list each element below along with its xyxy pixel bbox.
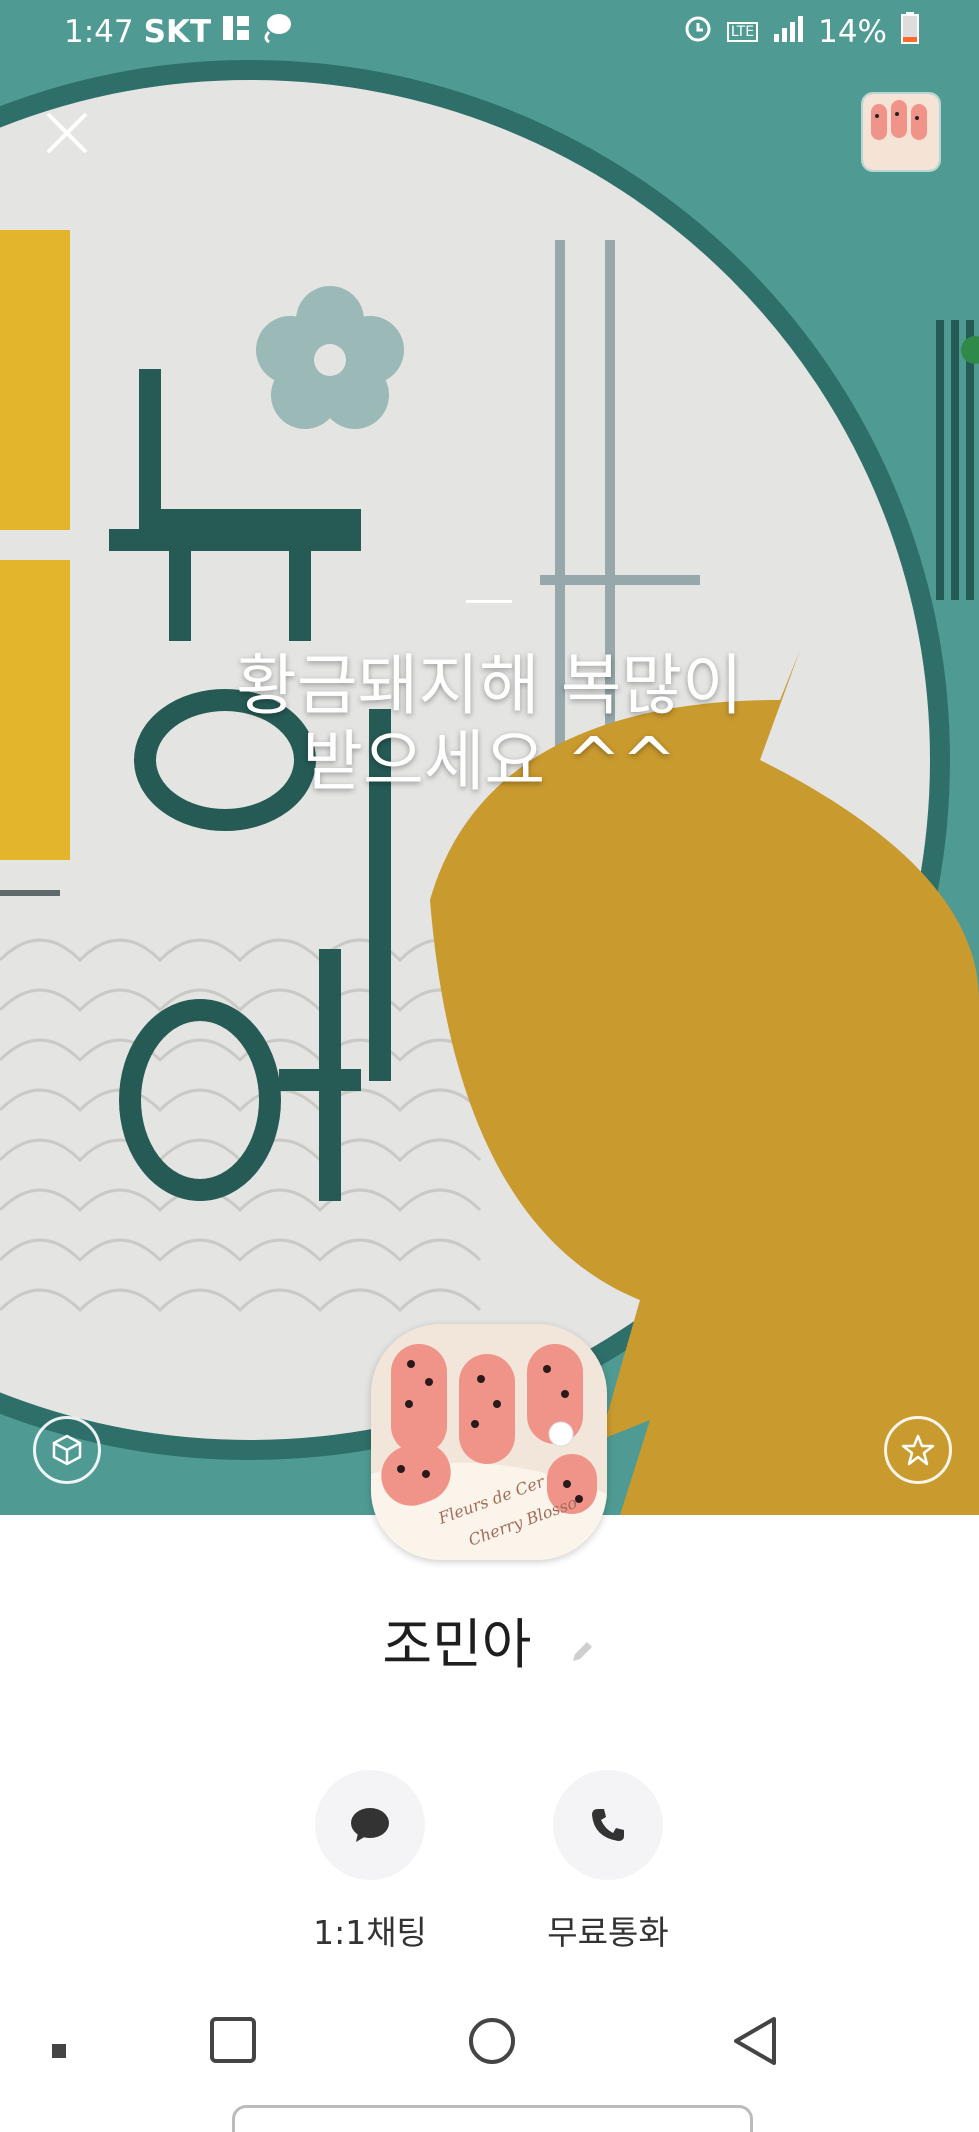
battery-icon (901, 12, 919, 52)
back-button[interactable] (730, 2015, 778, 2071)
status-time: 1:47 (64, 14, 134, 50)
square-icon (210, 2017, 256, 2063)
status-message-line2: 받으세요 ^^ (302, 723, 677, 800)
phone-icon (592, 1809, 624, 1841)
home-button[interactable] (468, 2017, 516, 2069)
lte-icon: LTE (726, 22, 759, 42)
chat-action[interactable]: 1:1채팅 (270, 1770, 470, 1954)
status-carrier: SKT (143, 14, 212, 50)
alarm-icon (683, 13, 713, 51)
profile-picture[interactable]: Fleurs de Cer Cherry Blosso (371, 1324, 607, 1560)
status-message-line1: 황금돼지해 복많이 (236, 647, 743, 724)
status-divider (466, 600, 512, 603)
status-message[interactable]: 황금돼지해 복많이 받으세요 ^^ (0, 648, 979, 800)
chat-notification-icon (261, 12, 293, 52)
nav-dot-icon[interactable] (52, 2043, 66, 2062)
call-action-button[interactable] (553, 1770, 663, 1880)
recent-apps-button[interactable] (210, 2017, 256, 2067)
back-triangle-icon (734, 2017, 776, 2065)
notification-icon (221, 14, 251, 50)
chat-bubble-icon (351, 1808, 389, 1842)
call-action-label: 무료통화 (547, 1913, 669, 1952)
bottom-handle (232, 2105, 753, 2132)
profile-name-row: 조민아 (0, 1600, 979, 1680)
box-icon (52, 1434, 82, 1466)
chat-action-button[interactable] (315, 1770, 425, 1880)
navigation-bar (0, 1993, 979, 2132)
close-icon (46, 112, 88, 154)
close-button[interactable] (44, 110, 90, 156)
favorite-button[interactable] (884, 1416, 952, 1484)
decorate-profile-button[interactable] (33, 1416, 101, 1484)
battery-percent: 14% (818, 14, 887, 50)
star-icon (901, 1434, 935, 1466)
profile-thumbnail-button[interactable] (861, 92, 941, 172)
edit-name-button[interactable] (567, 1617, 597, 1680)
circle-icon (469, 2018, 515, 2064)
call-action[interactable]: 무료통화 (508, 1770, 708, 1954)
profile-name: 조민아 (382, 1613, 532, 1676)
chat-action-label: 1:1채팅 (313, 1913, 427, 1952)
status-bar: 1:47 SKT LTE 14% (0, 0, 979, 68)
pencil-icon (572, 1641, 592, 1661)
signal-icon (772, 14, 804, 50)
